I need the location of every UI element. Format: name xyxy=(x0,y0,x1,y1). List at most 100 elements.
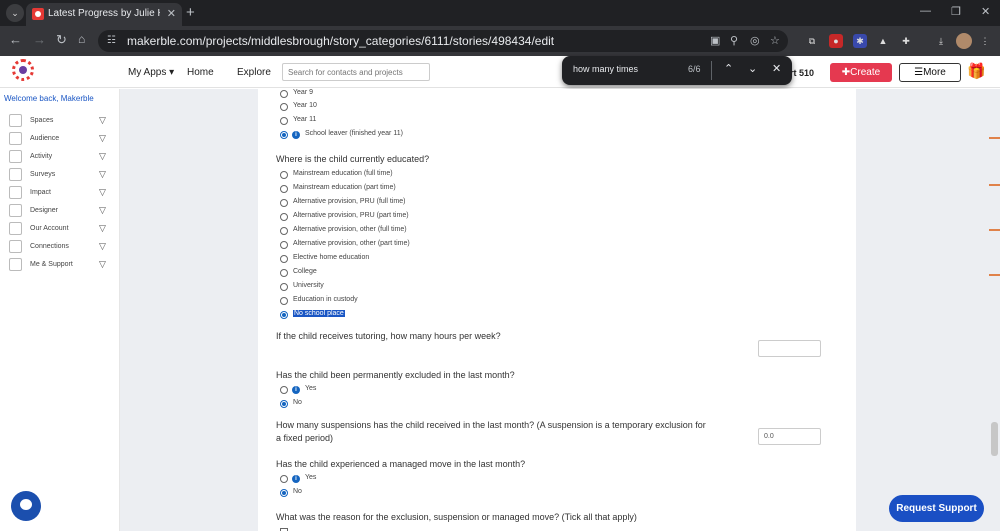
chevron-down-icon[interactable]: ▽ xyxy=(99,259,106,270)
sidebar-item-label: Me & Support xyxy=(30,261,73,268)
search-input[interactable] xyxy=(282,63,430,81)
nav-home[interactable]: Home xyxy=(187,67,214,78)
radio-button[interactable] xyxy=(280,90,288,98)
find-previous-icon[interactable]: ⌃ xyxy=(724,62,733,75)
tab-title: Latest Progress by Julie Hunter xyxy=(48,8,160,19)
nav-my-apps[interactable]: My Apps ▾ xyxy=(128,67,174,78)
welcome-text: Welcome back, Makerble xyxy=(4,94,94,103)
create-button[interactable]: ✚Create xyxy=(830,63,892,82)
question-suspensions-cont: a fixed period) xyxy=(276,433,334,443)
chevron-down-icon[interactable]: ▽ xyxy=(99,223,106,234)
chevron-down-icon[interactable]: ▽ xyxy=(99,187,106,198)
radio-button[interactable] xyxy=(280,489,288,497)
address-url[interactable]: makerble.com/projects/middlesbrough/stor… xyxy=(127,34,554,48)
nav-explore[interactable]: Explore xyxy=(237,67,271,78)
extension-blue-icon[interactable]: ✱ xyxy=(853,34,867,48)
sidebar-item-activity[interactable]: Activity ▽ xyxy=(0,149,118,167)
radio-button[interactable] xyxy=(280,475,288,483)
option-label: Mainstream education (part time) xyxy=(293,184,396,191)
chevron-down-icon[interactable]: ▽ xyxy=(99,241,106,252)
designer-icon xyxy=(9,204,22,217)
gift-icon[interactable]: 🎁 xyxy=(967,62,986,80)
forward-icon[interactable]: → xyxy=(33,32,46,47)
address-bar[interactable]: ☷ makerble.com/projects/middlesbrough/st… xyxy=(98,30,788,52)
extension-red-icon[interactable]: ● xyxy=(829,34,843,48)
maximize-icon[interactable]: ❐ xyxy=(951,5,961,18)
sidebar-item-label: Audience xyxy=(30,135,60,142)
chevron-down-icon[interactable]: ▽ xyxy=(99,151,106,162)
chevron-down-icon[interactable]: ▽ xyxy=(99,133,106,144)
puzzle-icon[interactable]: ✚ xyxy=(899,34,913,48)
find-close-icon[interactable]: ✕ xyxy=(772,62,781,75)
screenshot-icon[interactable]: ⧉ xyxy=(805,34,819,48)
page-icon[interactable]: ▣ xyxy=(710,34,720,47)
download-icon[interactable]: ⤓ xyxy=(934,34,948,48)
close-icon[interactable]: ✕ xyxy=(167,7,176,20)
eye-off-icon[interactable]: ◎ xyxy=(750,34,760,47)
info-icon[interactable]: i xyxy=(292,475,300,483)
option-label: Yes xyxy=(305,474,317,481)
connections-icon xyxy=(9,240,22,253)
sidebar-item-label: Connections xyxy=(30,243,69,250)
chevron-down-icon[interactable]: ▽ xyxy=(99,205,106,216)
sidebar-item-connections[interactable]: Connections ▽ xyxy=(0,239,118,257)
radio-button[interactable] xyxy=(280,269,288,277)
radio-button[interactable] xyxy=(280,283,288,291)
radio-button[interactable] xyxy=(280,117,288,125)
scrollbar-thumb[interactable] xyxy=(991,422,998,456)
back-icon[interactable]: ← xyxy=(9,32,22,47)
radio-button[interactable] xyxy=(280,297,288,305)
site-info-icon[interactable]: ☷ xyxy=(107,35,116,46)
chevron-down-icon[interactable]: ▽ xyxy=(99,115,106,126)
minimize-icon[interactable]: — xyxy=(920,5,931,17)
info-icon[interactable]: i xyxy=(292,131,300,139)
radio-button[interactable] xyxy=(280,131,288,139)
profile-avatar[interactable] xyxy=(956,33,972,49)
makerble-logo[interactable] xyxy=(12,59,34,81)
find-next-icon[interactable]: ⌄ xyxy=(748,62,757,75)
radio-button[interactable] xyxy=(280,103,288,111)
radio-button[interactable] xyxy=(280,171,288,179)
sidebar-item-me-support[interactable]: Me & Support ▽ xyxy=(0,257,118,275)
find-input[interactable]: how many times xyxy=(573,64,638,74)
radio-button[interactable] xyxy=(280,255,288,263)
sidebar-item-spaces[interactable]: Spaces ▽ xyxy=(0,113,118,131)
zoom-icon[interactable]: ⚲ xyxy=(730,34,738,47)
tutoring-hours-input[interactable] xyxy=(758,340,821,357)
tab-search-icon[interactable]: ⌄ xyxy=(6,4,24,22)
new-tab-icon[interactable]: + xyxy=(186,4,195,21)
radio-button[interactable] xyxy=(280,227,288,235)
chat-icon[interactable] xyxy=(11,491,41,521)
home-icon[interactable]: ⌂ xyxy=(78,32,85,46)
radio-button[interactable] xyxy=(280,241,288,249)
radio-button[interactable] xyxy=(280,311,288,319)
request-support-button[interactable]: Request Support xyxy=(889,495,984,522)
radio-button[interactable] xyxy=(280,199,288,207)
header-partial-text: rt 510 xyxy=(790,68,815,78)
more-button[interactable]: ☰More xyxy=(899,63,961,82)
window-close-icon[interactable]: ✕ xyxy=(981,5,990,18)
sidebar-item-designer[interactable]: Designer ▽ xyxy=(0,203,118,221)
radio-button[interactable] xyxy=(280,400,288,408)
browser-tab[interactable]: Latest Progress by Julie Hunter ✕ xyxy=(26,3,182,26)
radio-button[interactable] xyxy=(280,386,288,394)
more-menu-icon[interactable]: ⋮ xyxy=(978,34,992,48)
radio-button[interactable] xyxy=(280,213,288,221)
radio-button[interactable] xyxy=(280,185,288,193)
sidebar-item-our-account[interactable]: Our Account ▽ xyxy=(0,221,118,239)
info-icon[interactable]: i xyxy=(292,386,300,394)
reload-icon[interactable]: ↻ xyxy=(56,32,67,48)
option-label: Yes xyxy=(305,385,317,392)
suspensions-input[interactable]: 0.0 xyxy=(758,428,821,445)
star-icon[interactable]: ☆ xyxy=(770,34,780,47)
browser-tab-bar: ⌄ Latest Progress by Julie Hunter ✕ + — … xyxy=(0,0,1000,26)
chevron-down-icon[interactable]: ▽ xyxy=(99,169,106,180)
sidebar: Welcome back, Makerble Spaces ▽ Audience ▽ A… xyxy=(0,89,120,531)
sidebar-item-audience[interactable]: Audience ▽ xyxy=(0,131,118,149)
sidebar-item-impact[interactable]: Impact ▽ xyxy=(0,185,118,203)
extension-icon[interactable]: ▲ xyxy=(876,34,890,48)
sidebar-item-label: Activity xyxy=(30,153,53,160)
option-label: Alternative provision, other (part time) xyxy=(293,240,410,247)
sidebar-item-surveys[interactable]: Surveys ▽ xyxy=(0,167,118,185)
option-label: No xyxy=(293,399,302,406)
